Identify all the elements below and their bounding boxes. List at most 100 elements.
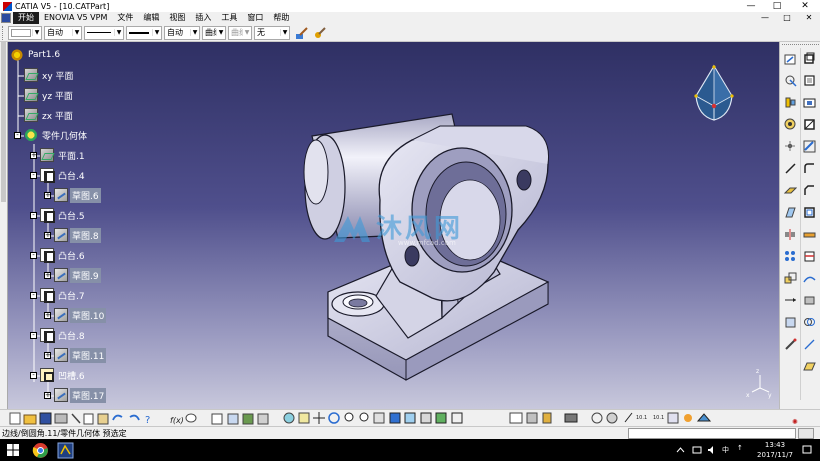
menu-help[interactable]: 帮助: [268, 12, 294, 24]
tree-node-sketch[interactable]: 草图.11: [54, 347, 107, 363]
tree-node-part[interactable]: Part1.6: [10, 47, 62, 63]
zoom-out-icon[interactable]: [359, 412, 369, 422]
tree-node-sketch[interactable]: 草图.10: [54, 307, 107, 323]
draft-icon[interactable]: [784, 206, 797, 219]
shading-icon[interactable]: [420, 412, 432, 424]
snap-icon[interactable]: [624, 412, 633, 423]
print-icon[interactable]: [54, 413, 68, 424]
fillet-icon[interactable]: [803, 162, 816, 175]
doc-minimize-button[interactable]: —: [754, 12, 776, 24]
point-icon[interactable]: [784, 140, 797, 153]
tree-node-body[interactable]: 零件几何体: [24, 127, 89, 143]
clock[interactable]: 13:43 2017/11/7: [752, 440, 798, 460]
update-icon[interactable]: [591, 412, 603, 424]
collapse-pad-toggle[interactable]: -: [30, 172, 37, 179]
tree-node-pocket[interactable]: 凹槽.6: [40, 367, 87, 383]
catalog-icon[interactable]: [227, 413, 239, 425]
pocket-tool-icon[interactable]: [803, 74, 816, 87]
tree-node-pad[interactable]: 凸台.6: [40, 247, 87, 263]
tree-node-pad[interactable]: 凸台.8: [40, 327, 87, 343]
collapse-pad-toggle[interactable]: -: [30, 252, 37, 259]
minimize-button[interactable]: —: [738, 0, 764, 12]
point-style-combo[interactable]: 曲线▼: [202, 25, 226, 40]
plane-tool-icon[interactable]: [784, 184, 797, 197]
hide-show-icon[interactable]: [435, 412, 447, 424]
tree-node-yz-plane[interactable]: yz 平面: [24, 87, 75, 103]
rule-icon[interactable]: [257, 413, 269, 425]
expand-sketch-toggle[interactable]: +: [44, 352, 51, 359]
tree-node-sketch[interactable]: 草图.6: [54, 187, 101, 203]
measure-between-icon[interactable]: [509, 412, 523, 424]
close-button[interactable]: ✕: [790, 0, 820, 12]
layer-combo[interactable]: 自动 ▼: [164, 25, 200, 40]
comment-icon[interactable]: [185, 413, 197, 423]
scale-icon[interactable]: [784, 272, 797, 285]
collapse-pad-toggle[interactable]: -: [30, 292, 37, 299]
constraint-icon[interactable]: [784, 316, 797, 329]
zoom-in-icon[interactable]: [344, 412, 354, 422]
color-combo[interactable]: ▼: [8, 25, 42, 40]
thickness-icon[interactable]: [803, 228, 816, 241]
tray-expand-icon[interactable]: [676, 446, 685, 454]
fly-mode-icon[interactable]: [283, 412, 295, 424]
line-icon[interactable]: [784, 162, 797, 175]
render-style-combo[interactable]: 无 ▼: [254, 25, 290, 40]
windows-start-icon[interactable]: [7, 444, 19, 456]
power-input-field[interactable]: [628, 427, 796, 439]
axis-line-icon[interactable]: [803, 338, 816, 351]
tree-node-sketch[interactable]: 草图.8: [54, 227, 101, 243]
ime-mode-icon[interactable]: ↑: [737, 444, 743, 452]
normal-view-icon[interactable]: [373, 412, 385, 424]
apply-material-icon[interactable]: [564, 413, 578, 423]
collapse-pad-toggle[interactable]: -: [30, 212, 37, 219]
measure-inertia-icon[interactable]: [542, 412, 552, 424]
tree-node-xy-plane[interactable]: xy 平面: [24, 67, 76, 83]
iso-view-icon[interactable]: [404, 412, 416, 424]
tree-node-sketch[interactable]: 草图.17: [54, 387, 107, 403]
table-icon[interactable]: [211, 413, 223, 425]
mirror-icon[interactable]: [784, 228, 797, 241]
toolbar-grip[interactable]: [2, 25, 5, 40]
shaft-icon[interactable]: [784, 96, 797, 109]
collapse-pocket-toggle[interactable]: -: [30, 372, 37, 379]
copy-format-icon[interactable]: [312, 25, 328, 41]
multi-view-icon[interactable]: [389, 412, 401, 424]
transparency-combo[interactable]: 自动 ▼: [44, 25, 82, 40]
open-folder-icon[interactable]: [23, 414, 37, 425]
tree-node-pad[interactable]: 凸台.4: [40, 167, 87, 183]
cutting-plane-icon[interactable]: 10.1: [636, 415, 647, 421]
collapse-pad-toggle[interactable]: -: [30, 332, 37, 339]
tree-node-pad[interactable]: 凸台.5: [40, 207, 87, 223]
scrollbar-thumb[interactable]: [1, 42, 6, 202]
linewidth-combo[interactable]: ▼: [126, 25, 162, 40]
expand-plane-toggle[interactable]: +: [30, 152, 37, 159]
menu-start[interactable]: 开始: [13, 12, 39, 24]
groove-icon[interactable]: [803, 96, 816, 109]
instantiate-icon[interactable]: [242, 413, 254, 425]
formula-icon[interactable]: f(x): [170, 416, 184, 425]
menu-view[interactable]: 视图: [164, 12, 190, 24]
measure-item-icon[interactable]: [526, 412, 538, 424]
menu-window[interactable]: 窗口: [242, 12, 268, 24]
measure-icon[interactable]: [784, 338, 797, 351]
whats-this-icon[interactable]: ?: [145, 415, 150, 426]
3d-viewport[interactable]: 沐风网 www.mfcad.com z x y: [0, 42, 779, 409]
translate-icon[interactable]: [784, 294, 797, 307]
menu-tools[interactable]: 工具: [216, 12, 242, 24]
rib-icon[interactable]: [803, 118, 816, 131]
cut-icon[interactable]: [71, 413, 81, 424]
slot-icon[interactable]: [803, 140, 816, 153]
sketcher-icon[interactable]: [784, 52, 797, 65]
toolbar-grip[interactable]: [782, 44, 819, 45]
expand-sketch-toggle[interactable]: +: [44, 312, 51, 319]
menu-edit[interactable]: 编辑: [138, 12, 164, 24]
pad-tool-icon[interactable]: [803, 52, 816, 65]
close-surface-icon[interactable]: [803, 294, 816, 307]
hole-icon[interactable]: [784, 118, 797, 131]
fit-all-icon[interactable]: [298, 412, 310, 424]
expand-sketch-toggle[interactable]: +: [44, 232, 51, 239]
menu-insert[interactable]: 插入: [190, 12, 216, 24]
shell-icon[interactable]: [803, 206, 816, 219]
ime-indicator[interactable]: 中: [722, 445, 729, 455]
split-icon[interactable]: [803, 250, 816, 263]
